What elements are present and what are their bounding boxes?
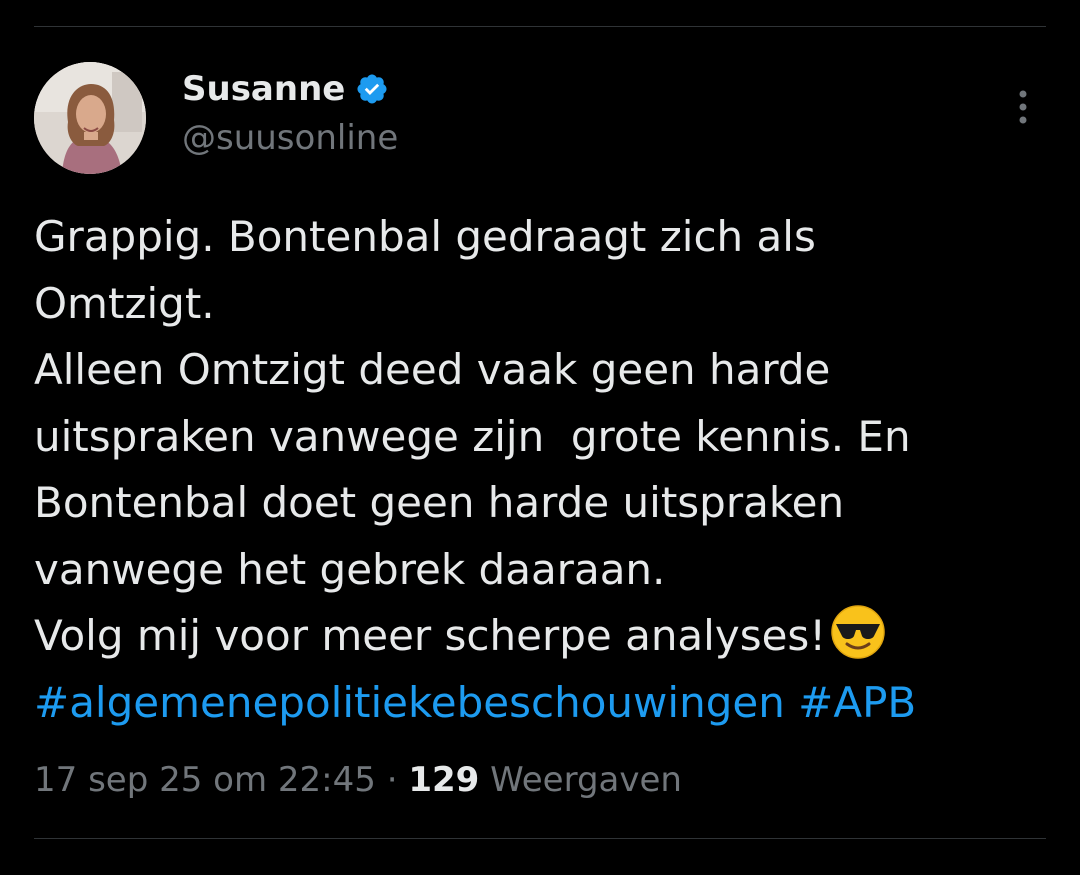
verified-badge-icon[interactable] <box>355 72 389 106</box>
tweet-line: Omtzigt. <box>34 278 215 328</box>
tweet-line: Grappig. Bontenbal gedraagt zich als <box>34 212 816 261</box>
tweet-meta: 17 sep 25 om 22:45 · 129 Weergaven <box>34 758 682 802</box>
bottom-divider <box>34 838 1046 839</box>
tweet-line: Alleen Omtzigt deed vaak geen harde <box>34 345 831 394</box>
tweet-line: uitspraken vanwege zijn grote kennis. En <box>34 411 911 461</box>
author-name-row: Susanne <box>182 68 389 110</box>
timestamp[interactable]: 17 sep 25 om 22:45 <box>34 760 376 800</box>
tweet-line: vanwege het gebrek daaraan. <box>34 544 666 594</box>
hashtag-line: #algemenepolitiekebeschouwingen #APB <box>34 670 1044 737</box>
top-divider <box>34 26 1046 27</box>
hashtag-link[interactable]: #APB <box>798 678 916 727</box>
tweet-line-last: Volg mij voor meer scherpe analyses! <box>34 603 1044 670</box>
avatar-photo <box>34 62 146 174</box>
sunglasses-emoji-icon <box>830 604 886 660</box>
meta-separator: · <box>375 760 409 800</box>
avatar[interactable] <box>34 62 146 174</box>
tweet-text: Grappig. Bontenbal gedraagt zich als Omt… <box>34 204 1044 736</box>
tweet-line-text: Volg mij voor meer scherpe analyses! <box>34 611 827 660</box>
hashtag-link[interactable]: #algemenepolitiekebeschouwingen <box>34 678 785 727</box>
more-options-icon[interactable] <box>1010 88 1036 128</box>
author-handle[interactable]: @suusonline <box>182 117 398 159</box>
views-count: 129 <box>408 760 480 800</box>
views-label: Weergaven <box>490 760 682 800</box>
tweet-line: Bontenbal doet geen harde uitspraken <box>34 478 845 527</box>
display-name[interactable]: Susanne <box>182 68 345 110</box>
